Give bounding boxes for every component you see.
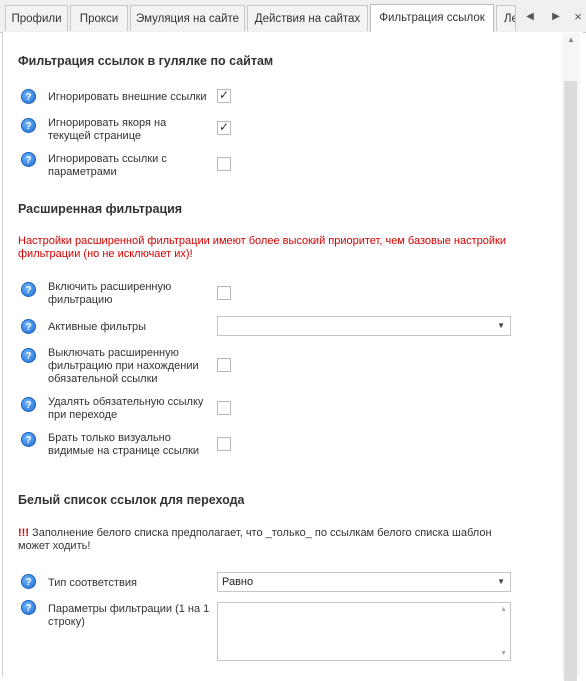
- active-filters-label: Активные фильтры: [48, 321, 147, 333]
- scrollbar-thumb[interactable]: [564, 81, 577, 681]
- disable-on-required-link-label: Выключать расширенную фильтрацию при нах…: [48, 347, 199, 385]
- close-icon[interactable]: ×: [569, 8, 586, 26]
- tab-emulation[interactable]: Эмуляция на сайте: [130, 5, 245, 31]
- help-icon[interactable]: ?: [21, 574, 36, 589]
- ignore-anchors-label: Игнорировать якоря на текущей странице: [48, 117, 167, 142]
- tab-proxy[interactable]: Прокси: [70, 5, 128, 31]
- scroll-down-icon[interactable]: ▼: [500, 650, 507, 657]
- visible-links-only-checkbox[interactable]: [217, 437, 231, 451]
- match-type-label: Тип соответствия: [48, 577, 137, 589]
- match-type-select[interactable]: Равно ▼: [217, 572, 511, 592]
- vertical-scrollbar[interactable]: ▲: [562, 33, 580, 681]
- help-icon[interactable]: ?: [21, 432, 36, 447]
- tab-strip: Профили Прокси Эмуляция на сайте Действи…: [0, 0, 586, 33]
- ignore-anchors-checkbox[interactable]: [217, 120, 231, 135]
- tab-link-filtering[interactable]: Фильтрация ссылок: [370, 4, 494, 32]
- enable-advanced-filtering-checkbox[interactable]: [217, 286, 231, 300]
- active-filters-select[interactable]: ▼: [217, 316, 511, 336]
- whitelist-note-text: Заполнение белого списка предполагает, ч…: [18, 527, 492, 552]
- tab-scroll-right-icon[interactable]: ▶: [547, 8, 565, 26]
- remove-required-link-checkbox[interactable]: [217, 401, 231, 415]
- tab-profiles[interactable]: Профили: [5, 5, 68, 31]
- help-icon[interactable]: ?: [21, 282, 36, 297]
- visible-links-only-label: Брать только визуально видимые на страни…: [48, 432, 200, 457]
- help-icon[interactable]: ?: [21, 600, 36, 615]
- tab-scroll-left-icon[interactable]: ◀: [521, 8, 539, 26]
- help-icon[interactable]: ?: [21, 152, 36, 167]
- ignore-param-links-label: Игнорировать ссылки с параметрами: [48, 153, 167, 178]
- ignore-external-links-label: Игнорировать внешние ссылки: [48, 91, 207, 103]
- enable-advanced-filtering-label: Включить расширенную фильтрацию: [48, 281, 172, 306]
- help-icon[interactable]: ?: [21, 118, 36, 133]
- chevron-down-icon[interactable]: ▼: [497, 317, 505, 335]
- ignore-external-links-checkbox[interactable]: [217, 88, 231, 103]
- advanced-filtering-warning: Настройки расширенной фильтрации имеют б…: [18, 235, 507, 260]
- remove-required-link-label: Удалять обязательную ссылку при переходе: [48, 396, 204, 421]
- help-icon[interactable]: ?: [21, 348, 36, 363]
- match-type-value: Равно: [222, 576, 254, 588]
- section-title-advanced-filtering: Расширенная фильтрация: [18, 202, 183, 216]
- warning-marks: !!!: [18, 527, 29, 539]
- section-title-link-filtering: Фильтрация ссылок в гулялке по сайтам: [18, 54, 274, 68]
- help-icon[interactable]: ?: [21, 89, 36, 104]
- tab-next-partial[interactable]: Ле: [496, 5, 516, 31]
- tab-site-actions[interactable]: Действия на сайтах: [247, 5, 368, 31]
- chevron-down-icon[interactable]: ▼: [497, 573, 505, 591]
- filter-params-label: Параметры фильтрации (1 на 1 строку): [48, 603, 210, 628]
- section-title-whitelist: Белый список ссылок для перехода: [18, 493, 245, 507]
- help-icon[interactable]: ?: [21, 319, 36, 334]
- whitelist-note: !!! Заполнение белого списка предполагае…: [18, 527, 518, 553]
- ignore-param-links-checkbox[interactable]: [217, 157, 231, 171]
- filter-params-textarea[interactable]: ▲ ▼: [217, 602, 511, 661]
- scroll-up-icon[interactable]: ▲: [566, 35, 576, 45]
- help-icon[interactable]: ?: [21, 397, 36, 412]
- scroll-up-icon[interactable]: ▲: [500, 606, 507, 613]
- disable-on-required-link-checkbox[interactable]: [217, 358, 231, 372]
